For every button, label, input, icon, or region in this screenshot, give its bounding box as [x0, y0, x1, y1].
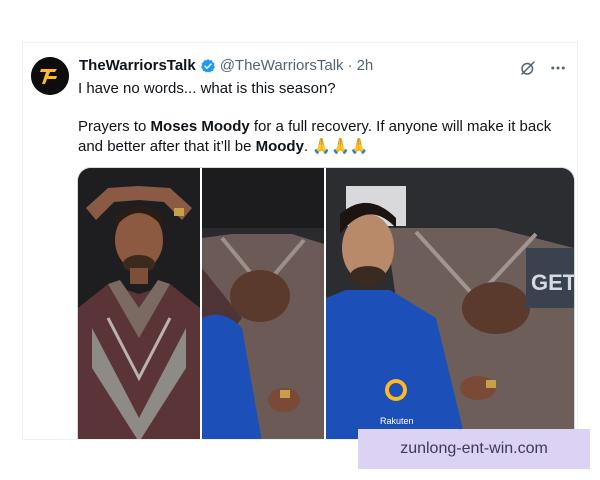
watermark: zunlong-ent-win.com: [358, 429, 590, 469]
bench-photo-illustration: [202, 168, 324, 439]
tweet-actions: [519, 59, 567, 77]
tweet-text-line-1: I have no words... what is this season?: [78, 80, 336, 97]
jersey-sponsor-text: Rakuten: [380, 416, 414, 426]
mention-moses-moody: Moses Moody: [150, 118, 250, 135]
curry-photo-illustration: [78, 168, 200, 439]
author-handle[interactable]: @TheWarriorsTalk: [220, 57, 344, 74]
photo-moody-bench[interactable]: GET Rakuten: [326, 168, 574, 439]
tweet-text-body: Prayers to Moses Moody for a full recove…: [78, 117, 572, 157]
warriors-logo-icon: [31, 57, 69, 95]
get-sign-text: GET: [531, 270, 574, 295]
media-grid[interactable]: GET Rakuten: [77, 167, 575, 439]
avatar[interactable]: [31, 57, 69, 95]
tweet-header: TheWarriorsTalk @TheWarriorsTalk · 2h: [79, 57, 373, 74]
tweet-card[interactable]: TheWarriorsTalk @TheWarriorsTalk · 2h I …: [22, 42, 578, 440]
text-segment: Prayers to: [78, 118, 151, 135]
photo-curry[interactable]: [78, 168, 200, 439]
mention-moody: Moody: [255, 138, 304, 155]
photo-bench-player-head-down[interactable]: [202, 168, 324, 439]
praying-hands-emoji: . 🙏🙏🙏: [303, 138, 369, 155]
verified-badge-icon: [200, 58, 215, 73]
more-icon[interactable]: [549, 59, 567, 77]
moody-photo-illustration: GET Rakuten: [326, 168, 574, 439]
separator-dot: ·: [347, 57, 353, 74]
grok-icon[interactable]: [519, 59, 537, 77]
author-name[interactable]: TheWarriorsTalk: [79, 57, 196, 74]
post-timestamp[interactable]: 2h: [357, 57, 374, 74]
